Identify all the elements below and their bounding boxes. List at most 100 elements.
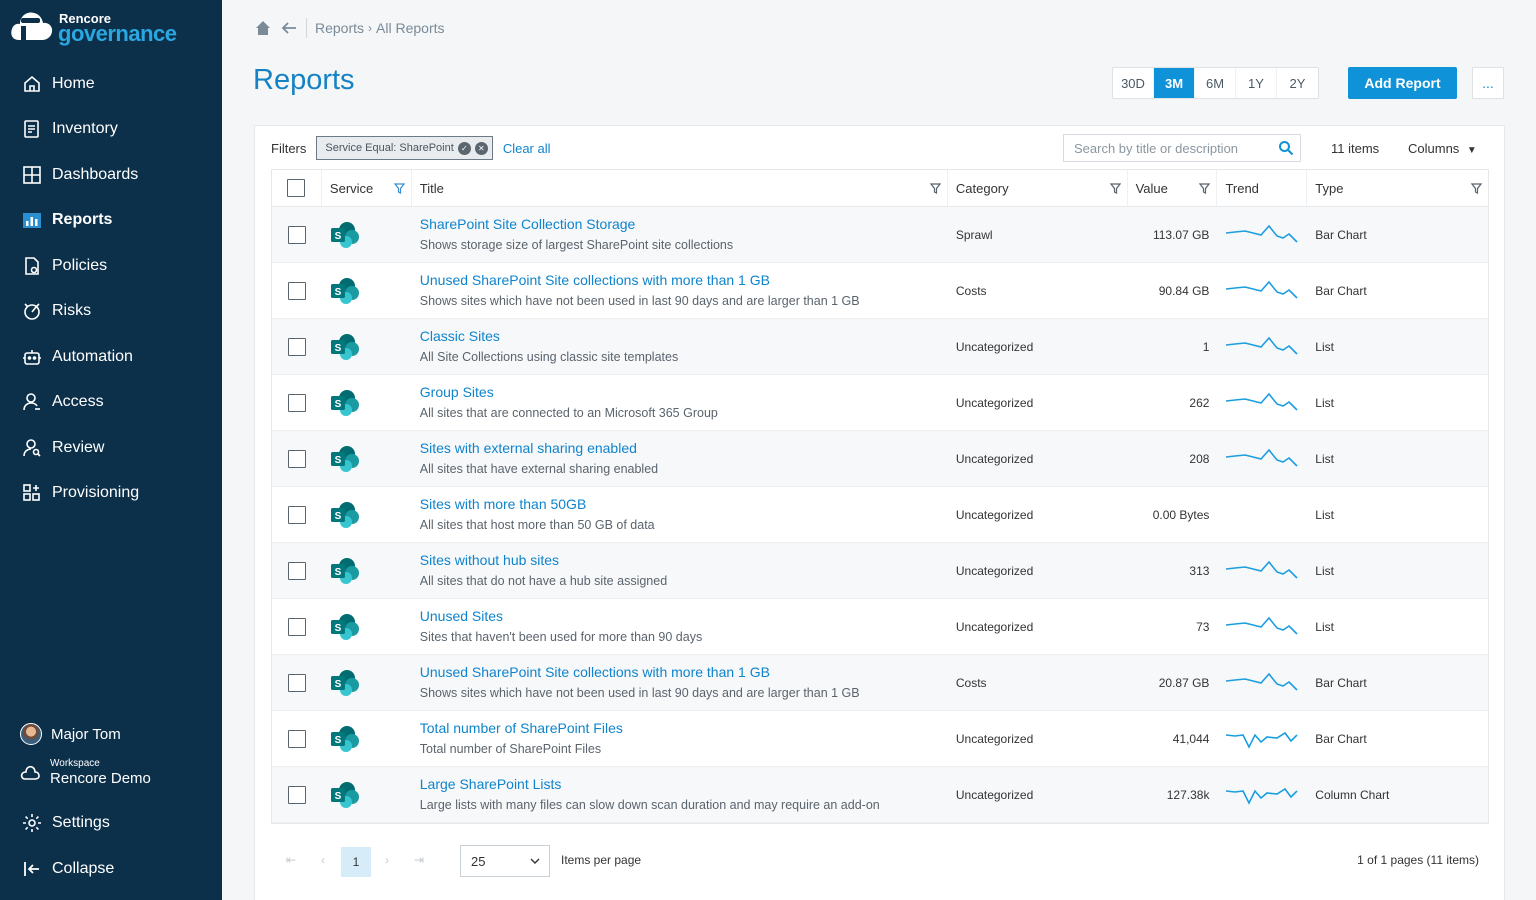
row-checkbox[interactable] bbox=[287, 281, 306, 300]
period-6m-button[interactable]: 6M bbox=[1195, 68, 1236, 98]
page-1-button[interactable]: 1 bbox=[341, 847, 371, 877]
column-label: Type bbox=[1315, 180, 1344, 196]
breadcrumb-reports[interactable]: Reports bbox=[315, 20, 364, 36]
title-cell: Unused SharePoint Site collections with … bbox=[412, 263, 948, 318]
trend-cell bbox=[1217, 487, 1307, 542]
report-title-link[interactable]: Sites with external sharing enabled bbox=[420, 440, 637, 457]
check-icon[interactable]: ✓ bbox=[457, 141, 471, 155]
row-checkbox[interactable] bbox=[287, 617, 306, 636]
row-checkbox[interactable] bbox=[287, 785, 306, 804]
dashboards-icon bbox=[23, 165, 41, 184]
columns-dropdown[interactable]: Columns ▼ bbox=[1408, 141, 1477, 156]
period-1y-button[interactable]: 1Y bbox=[1236, 68, 1277, 98]
filter-icon[interactable] bbox=[929, 183, 941, 194]
report-title-link[interactable]: Total number of SharePoint Files bbox=[420, 720, 623, 737]
table-row[interactable]: S Classic Sites All Site Collections using… bbox=[272, 319, 1488, 375]
first-page-icon[interactable]: ⇤ bbox=[281, 850, 301, 870]
workspace-switcher[interactable]: Workspace Rencore Demo bbox=[20, 758, 151, 787]
filter-icon[interactable] bbox=[393, 183, 405, 194]
column-value[interactable]: Value bbox=[1128, 170, 1218, 206]
table-row[interactable]: S Large SharePoint Lists Large lists with … bbox=[272, 767, 1488, 823]
more-options-button[interactable]: ... bbox=[1472, 67, 1504, 99]
report-title-link[interactable]: Unused SharePoint Site collections with … bbox=[420, 664, 770, 681]
column-type[interactable]: Type bbox=[1307, 170, 1488, 206]
workspace-label: Workspace bbox=[50, 758, 100, 769]
filter-chip[interactable]: Service Equal: SharePoint ✓ ✕ bbox=[316, 136, 493, 160]
last-page-icon[interactable]: ⇥ bbox=[409, 850, 429, 870]
nav-item-dashboards[interactable]: Dashboards bbox=[0, 152, 222, 198]
table-row[interactable]: S Unused SharePoint Site collections with… bbox=[272, 263, 1488, 319]
settings-button[interactable]: Settings bbox=[22, 813, 110, 833]
select-all-checkbox[interactable] bbox=[287, 179, 306, 197]
provisioning-icon bbox=[23, 484, 40, 502]
report-title-link[interactable]: Unused SharePoint Site collections with … bbox=[420, 272, 770, 289]
search-input[interactable] bbox=[1074, 140, 1274, 156]
report-title-link[interactable]: Unused Sites bbox=[420, 608, 503, 625]
filter-icon[interactable] bbox=[1199, 183, 1211, 194]
page-size-select[interactable]: 25 bbox=[460, 845, 550, 877]
report-title-link[interactable]: Sites without hub sites bbox=[420, 552, 559, 569]
row-checkbox[interactable] bbox=[287, 225, 306, 244]
sharepoint-icon: S bbox=[330, 445, 359, 472]
table-row[interactable]: S SharePoint Site Collection Storage Shows… bbox=[272, 207, 1488, 263]
column-trend[interactable]: Trend bbox=[1217, 170, 1308, 206]
nav-item-home[interactable]: Home bbox=[0, 61, 222, 107]
filter-icon[interactable] bbox=[1471, 183, 1482, 194]
next-page-icon[interactable]: › bbox=[377, 850, 397, 870]
nav-label: Risks bbox=[52, 302, 92, 320]
nav-item-reports[interactable]: Reports bbox=[0, 198, 222, 244]
nav-item-access[interactable]: Access bbox=[0, 380, 222, 426]
report-title-link[interactable]: Group Sites bbox=[420, 384, 494, 401]
collapse-button[interactable]: Collapse bbox=[22, 859, 114, 879]
back-arrow-icon[interactable] bbox=[280, 19, 298, 37]
row-checkbox-cell bbox=[272, 711, 322, 766]
user-profile[interactable]: Major Tom bbox=[20, 723, 121, 745]
nav-item-automation[interactable]: Automation bbox=[0, 334, 222, 380]
table-row[interactable]: S Group Sites All sites that are connected… bbox=[272, 375, 1488, 431]
search-icon[interactable] bbox=[1278, 140, 1294, 156]
row-checkbox[interactable] bbox=[287, 729, 306, 748]
table-row[interactable]: S Unused Sites Sites that haven't been use… bbox=[272, 599, 1488, 655]
nav-item-inventory[interactable]: Inventory bbox=[0, 107, 222, 153]
period-3m-button[interactable]: 3M bbox=[1154, 68, 1195, 98]
nav-item-policies[interactable]: Policies bbox=[0, 243, 222, 289]
row-checkbox[interactable] bbox=[287, 505, 306, 524]
sharepoint-icon: S bbox=[330, 781, 359, 808]
table-row[interactable]: S Unused SharePoint Site collections with… bbox=[272, 655, 1488, 711]
remove-icon[interactable]: ✕ bbox=[474, 141, 488, 155]
svg-text:S: S bbox=[335, 567, 342, 578]
home-icon[interactable] bbox=[254, 19, 272, 37]
row-checkbox[interactable] bbox=[287, 337, 306, 356]
column-service[interactable]: Service bbox=[322, 170, 412, 206]
nav-item-review[interactable]: Review bbox=[0, 425, 222, 471]
report-title-link[interactable]: Classic Sites bbox=[420, 328, 500, 345]
column-title[interactable]: Title bbox=[412, 170, 948, 206]
nav-item-provisioning[interactable]: Provisioning bbox=[0, 471, 222, 517]
report-title-link[interactable]: Sites with more than 50GB bbox=[420, 496, 587, 513]
report-title-link[interactable]: SharePoint Site Collection Storage bbox=[420, 216, 636, 233]
period-2y-button[interactable]: 2Y bbox=[1277, 68, 1318, 98]
row-checkbox[interactable] bbox=[287, 449, 306, 468]
table-row[interactable]: S Total number of SharePoint Files Total n… bbox=[272, 711, 1488, 767]
caret-down-icon: ▼ bbox=[1466, 145, 1477, 156]
clear-all-link[interactable]: Clear all bbox=[503, 141, 551, 156]
category-cell: Uncategorized bbox=[955, 619, 1034, 634]
table-row[interactable]: S Sites without hub sites All sites that d… bbox=[272, 543, 1488, 599]
filter-icon[interactable] bbox=[1109, 183, 1121, 194]
column-category[interactable]: Category bbox=[948, 170, 1128, 206]
rencore-logo[interactable]: Rencore governance bbox=[10, 6, 210, 46]
search-box bbox=[1063, 134, 1301, 162]
row-checkbox-cell bbox=[272, 431, 322, 486]
table-row[interactable]: S Sites with external sharing enabled All … bbox=[272, 431, 1488, 487]
row-checkbox[interactable] bbox=[287, 393, 306, 412]
report-title-link[interactable]: Large SharePoint Lists bbox=[420, 776, 562, 793]
row-checkbox[interactable] bbox=[287, 673, 306, 692]
category-cell: Uncategorized bbox=[955, 339, 1034, 354]
table-row[interactable]: S Sites with more than 50GB All sites that… bbox=[272, 487, 1488, 543]
items-per-page-label: Items per page bbox=[561, 853, 642, 867]
period-30d-button[interactable]: 30D bbox=[1113, 68, 1154, 98]
prev-page-icon[interactable]: ‹ bbox=[313, 850, 333, 870]
add-report-button[interactable]: Add Report bbox=[1348, 67, 1457, 99]
row-checkbox[interactable] bbox=[287, 561, 306, 580]
nav-item-risks[interactable]: Risks bbox=[0, 289, 222, 335]
